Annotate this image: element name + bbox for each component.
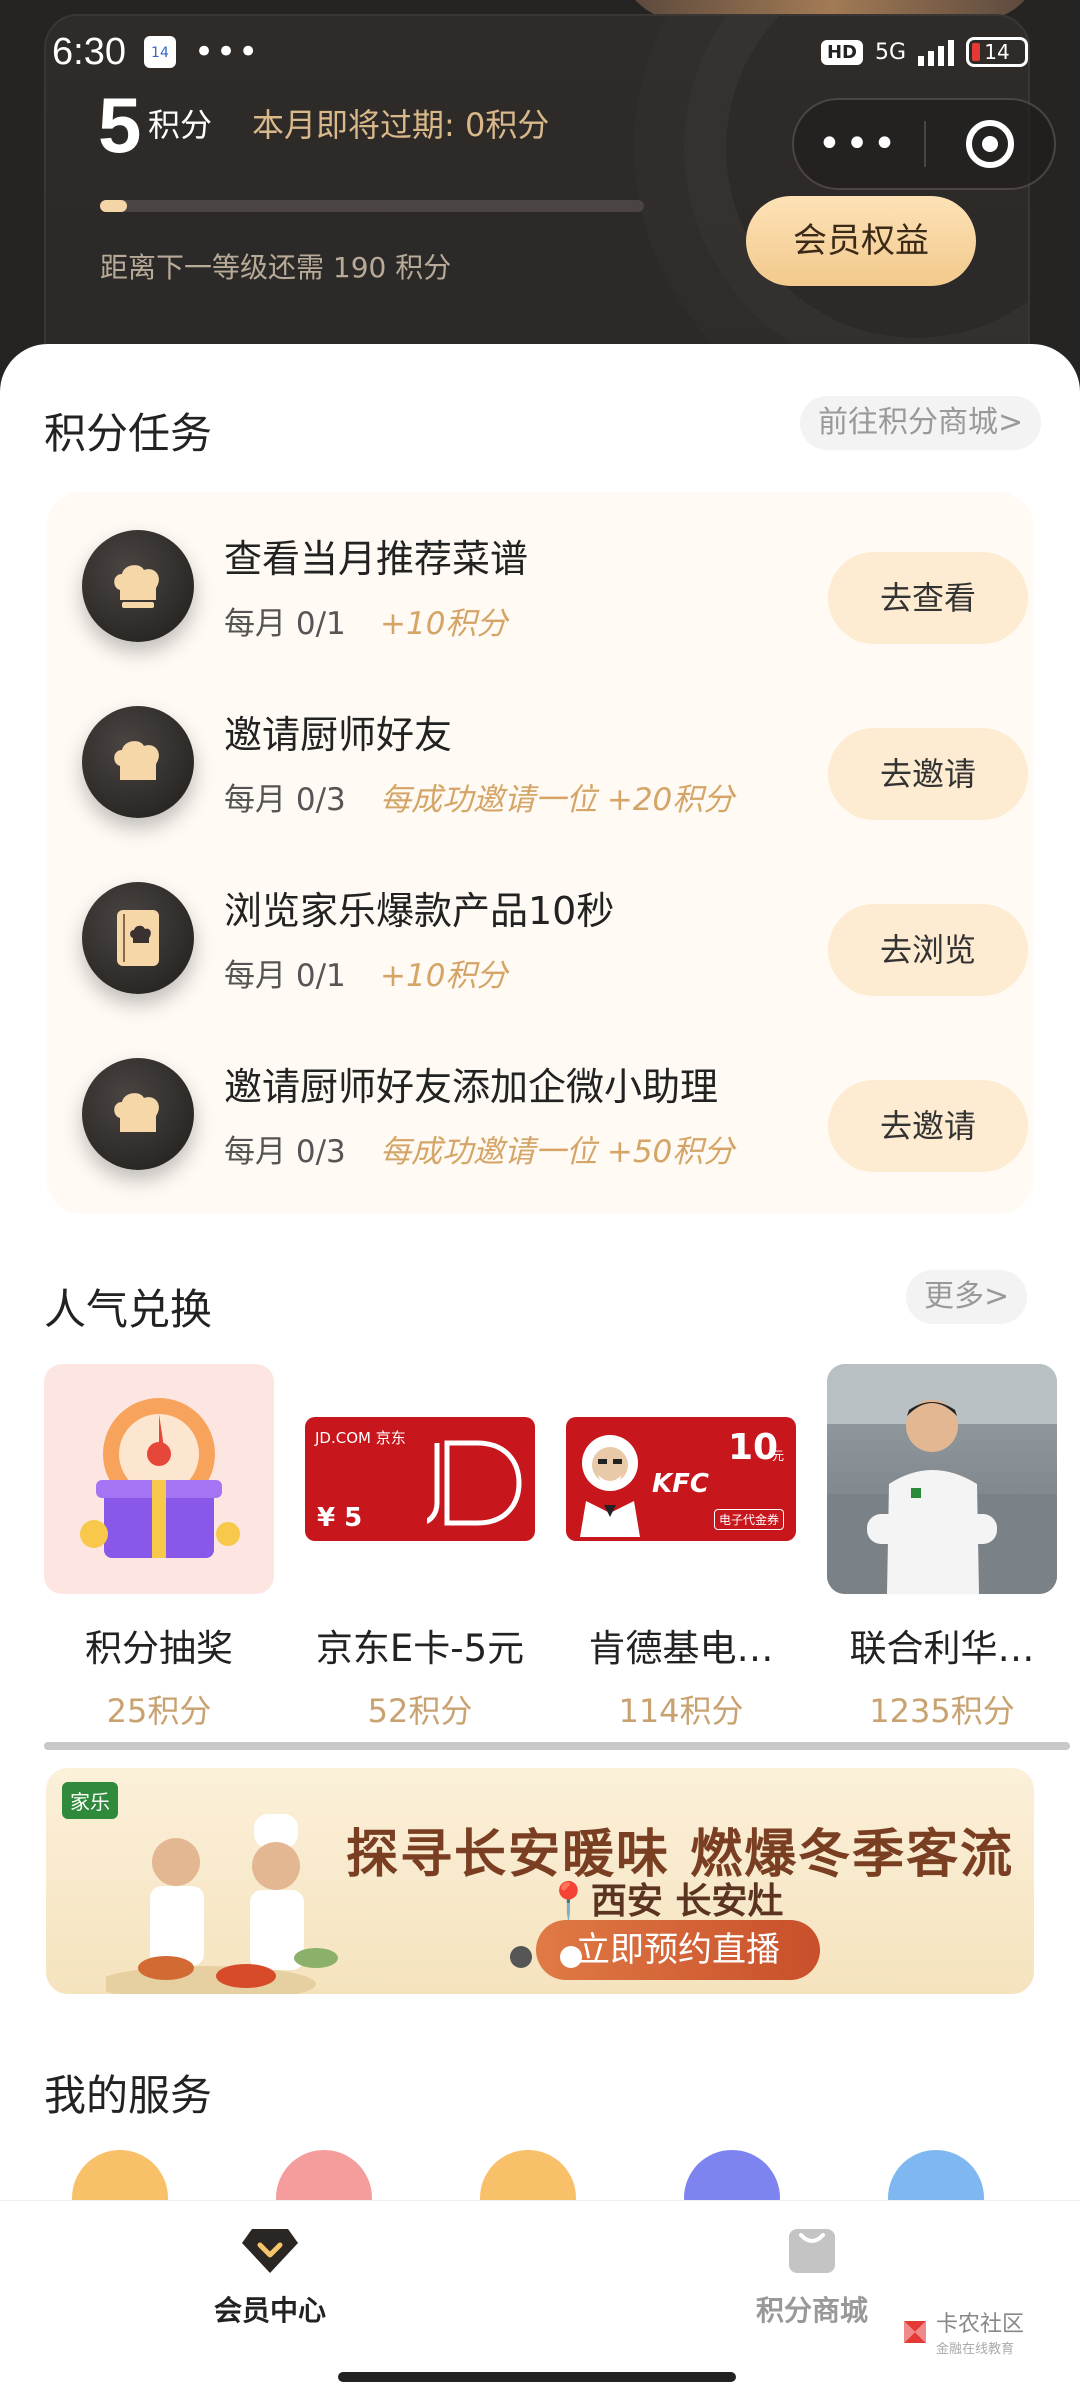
recipe-book-icon	[82, 882, 194, 994]
signal-icon	[918, 38, 954, 66]
home-indicator[interactable]	[338, 2372, 736, 2382]
close-miniprogram-button[interactable]	[926, 120, 1054, 168]
battery-icon: 14	[966, 37, 1028, 67]
kfc-unit: 元	[772, 1449, 785, 1463]
task-item: 浏览家乐爆款产品10秒 每月 0/1 +10积分 去浏览	[46, 844, 1034, 1014]
level-progress-fill	[100, 200, 128, 212]
goods-price: 114积分	[618, 1692, 744, 1730]
more-notifications-icon: •••	[193, 32, 261, 72]
tab-label: 会员中心	[213, 2294, 326, 2327]
task-invite-button[interactable]: 去邀请	[828, 1080, 1028, 1172]
chef-hat-icon	[82, 706, 194, 818]
kfc-voucher-image: KFC 10 元 电子代金券	[566, 1364, 796, 1594]
level-progress-bar	[100, 200, 644, 212]
battery-level: 14	[984, 40, 1010, 64]
task-reward: 每成功邀请一位 +50积分	[380, 1134, 735, 1170]
goods-price: 25积分	[106, 1692, 212, 1730]
task-item: 邀请厨师好友 每月 0/3 每成功邀请一位 +20积分 去邀请	[46, 668, 1034, 838]
banner-pagination	[510, 1946, 582, 1968]
watermark-logo-icon	[904, 2320, 926, 2343]
kfc-note: 电子代金券	[714, 1509, 785, 1530]
go-points-mall-link[interactable]: 前往积分商城>	[800, 396, 1042, 450]
more-goods-link[interactable]: 更多>	[906, 1270, 1028, 1324]
chef-hat-icon	[82, 1058, 194, 1170]
hd-icon: HD	[820, 39, 863, 65]
task-title: 邀请厨师好友	[224, 713, 453, 757]
diamond-icon	[242, 2229, 298, 2273]
tab-member-center[interactable]: 会员中心	[120, 2225, 420, 2329]
kfc-brand: KFC	[652, 1469, 709, 1499]
task-list: 查看当月推荐菜谱 每月 0/1 +10积分 去查看 邀请厨师好友 每月 0/3 …	[46, 492, 1034, 1214]
lottery-gift-image	[44, 1364, 274, 1594]
watermark: 卡农社区 金融在线教育	[900, 2306, 1024, 2357]
jd-card-value: ¥ 5	[317, 1503, 363, 1533]
goods-name: 积分抽奖	[85, 1627, 233, 1670]
next-level-text: 距离下一等级还需 190 积分	[100, 251, 452, 284]
task-frequency: 每月 0/1	[224, 606, 346, 642]
chef-photo-image	[827, 1364, 1057, 1594]
member-benefits-button[interactable]: 会员权益	[746, 196, 976, 286]
task-reward: +10积分	[380, 606, 508, 642]
task-item: 邀请厨师好友添加企微小助理 每月 0/3 每成功邀请一位 +50积分 去邀请	[46, 1020, 1034, 1190]
calendar-icon: 14	[143, 36, 176, 68]
banner-dot-active	[560, 1946, 582, 1968]
more-menu-button[interactable]: •••	[794, 104, 924, 184]
status-bar: 6:30 14 ••• HD 5G 14	[52, 22, 1028, 82]
tasks-section-title: 积分任务	[44, 409, 213, 458]
task-title: 邀请厨师好友添加企微小助理	[224, 1065, 719, 1109]
goods-item[interactable]: 联合利华… 1235积分	[827, 1364, 1057, 1732]
goods-name: 联合利华…	[849, 1627, 1035, 1670]
network-label: 5G	[874, 39, 906, 65]
shopping-bag-icon	[789, 2229, 835, 2273]
goods-name: 肯德基电…	[588, 1627, 774, 1670]
bottom-tab-bar: 会员中心 积分商城	[0, 2200, 1080, 2400]
points-unit: 积分	[148, 106, 213, 144]
banner-dot	[510, 1946, 532, 1968]
task-frequency: 每月 0/1	[224, 958, 346, 994]
kfc-value: 10	[728, 1427, 779, 1468]
task-title: 查看当月推荐菜谱	[224, 537, 529, 581]
points-expire-text: 本月即将过期: 0积分	[252, 106, 550, 144]
location-pin-icon: 📍	[546, 1881, 591, 1922]
goods-item[interactable]: JD.COM 京东 ¥ 5 京东E卡-5元 52积分	[305, 1364, 535, 1732]
task-browse-button[interactable]: 去浏览	[828, 904, 1028, 996]
task-reward: 每成功邀请一位 +20积分	[380, 782, 735, 818]
task-title: 浏览家乐爆款产品10秒	[224, 889, 615, 933]
goods-item[interactable]: KFC 10 元 电子代金券 肯德基电… 114积分	[566, 1364, 796, 1732]
watermark-title: 卡农社区	[936, 2312, 1025, 2337]
target-icon	[965, 120, 1014, 168]
goods-price: 52积分	[367, 1692, 473, 1730]
exchange-section-title: 人气兑换	[44, 1285, 213, 1334]
task-reward: +10积分	[380, 958, 508, 994]
task-frequency: 每月 0/3	[224, 782, 346, 818]
goods-scrollbar[interactable]	[44, 1742, 1070, 1750]
task-view-button[interactable]: 去查看	[828, 552, 1028, 644]
goods-item[interactable]: 积分抽奖 25积分	[44, 1364, 274, 1732]
task-invite-button[interactable]: 去邀请	[828, 728, 1028, 820]
watermark-subtitle: 金融在线教育	[936, 2342, 1015, 2357]
miniprogram-capsule: •••	[792, 98, 1056, 190]
goods-price: 1235积分	[869, 1692, 1015, 1730]
points-value: 5	[98, 81, 142, 169]
services-section-title: 我的服务	[44, 2071, 213, 2120]
banner-location: 📍西安 长安灶	[546, 1872, 783, 1924]
chef-hat-icon	[82, 530, 194, 642]
jd-card-image: JD.COM 京东 ¥ 5	[305, 1364, 535, 1594]
status-time: 6:30	[52, 30, 126, 73]
goods-name: 京东E卡-5元	[315, 1627, 525, 1670]
task-frequency: 每月 0/3	[224, 1134, 346, 1170]
task-item: 查看当月推荐菜谱 每月 0/1 +10积分 去查看	[46, 492, 1034, 662]
banner-location-text: 西安 长安灶	[590, 1881, 784, 1922]
jd-card-brand: JD.COM 京东	[315, 1429, 406, 1447]
